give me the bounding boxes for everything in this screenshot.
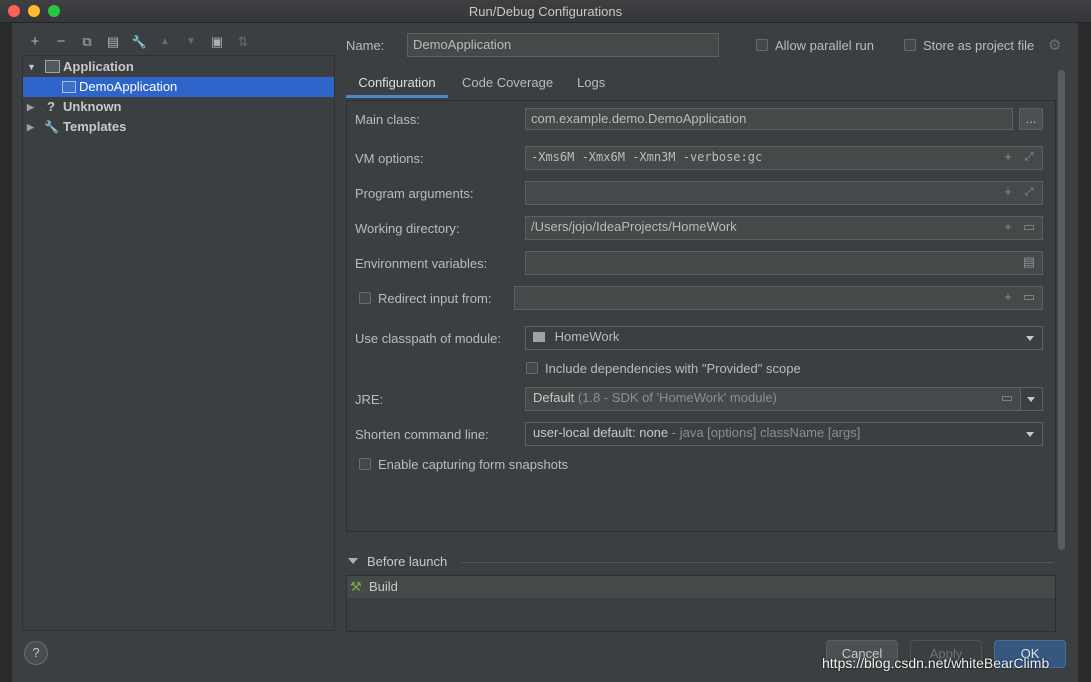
separator [462,562,1054,563]
shorten-value: user-local default: none [533,425,669,440]
jre-value: Default [533,390,575,405]
scrollbar[interactable] [1058,70,1065,550]
add-icon[interactable]: + [1000,219,1016,235]
configuration-tree[interactable]: ▼ Application DemoApplication ▶ ? Unknow… [22,55,335,631]
main-class-input[interactable]: com.example.demo.DemoApplication [525,108,1013,130]
expand-down-icon[interactable]: ▼ [27,57,39,77]
snapshots-label: Enable capturing form snapshots [378,457,569,472]
shorten-combo[interactable]: user-local default: none - java [options… [525,422,1043,446]
left-edge [0,23,12,682]
hammer-icon: ⚒ [350,579,362,594]
add-icon[interactable]: + [1000,289,1016,305]
folder-icon[interactable]: ▭ [1021,219,1037,235]
store-project-label: Store as project file [923,38,1035,53]
watermark: https://blog.csdn.net/whiteBearClimb [822,655,1050,671]
remove-icon[interactable]: − [52,33,70,51]
allow-parallel-checkbox[interactable] [756,39,768,51]
program-args-input[interactable]: + ⤢ [525,181,1043,205]
wrench-icon[interactable]: 🔧 [130,33,148,51]
help-button[interactable]: ? [24,641,48,665]
jre-hint: (1.8 - SDK of 'HomeWork' module) [577,390,777,405]
collapse-icon[interactable] [348,558,358,564]
add-icon[interactable]: + [1000,184,1016,200]
save-icon[interactable]: ▤ [104,33,122,51]
env-vars-input[interactable]: ▤ [525,251,1043,275]
include-deps-label: Include dependencies with "Provided" sco… [545,361,801,376]
redirect-checkbox[interactable] [359,292,371,304]
window-title: Run/Debug Configurations [468,4,623,19]
classpath-combo[interactable]: HomeWork [525,326,1043,350]
before-launch-title: Before launch [367,554,448,569]
name-label: Name: [346,38,385,53]
shorten-label: Shorten command line: [355,427,489,442]
tab-configuration[interactable]: Configuration [346,72,448,98]
redirect-input[interactable]: + ▭ [514,286,1043,310]
program-args-label: Program arguments: [355,186,474,201]
name-input[interactable]: DemoApplication [407,33,719,57]
shorten-hint: - java [options] className [args] [671,425,861,440]
vm-options-label: VM options: [355,151,424,166]
jre-label: JRE: [355,392,384,407]
jre-input[interactable]: Default (1.8 - SDK of 'HomeWork' module)… [525,387,1021,411]
wrench-icon: 🔧 [44,120,59,134]
sort-icon[interactable]: ⇅ [234,33,252,51]
question-icon: ? [47,99,55,114]
snapshots-checkbox[interactable] [359,458,371,470]
vm-options-input[interactable]: -Xms6M -Xmx6M -Xmn3M -verbose:gc + ⤢ [525,146,1043,170]
store-project-checkbox[interactable] [904,39,916,51]
tree-item-application[interactable]: ▼ Application [23,57,334,77]
tree-item-templates[interactable]: ▶ 🔧 Templates [23,117,334,137]
tree-label: DemoApplication [79,79,178,94]
folder-icon[interactable]: ▣ [208,33,226,51]
allow-parallel-label: Allow parallel run [775,38,874,53]
module-folder-icon [533,332,545,342]
browse-button[interactable]: ... [1019,108,1043,130]
chevron-down-icon[interactable] [1026,432,1034,437]
expand-right-icon[interactable]: ▶ [27,117,39,137]
copy-icon[interactable]: ⧉ [78,33,96,51]
build-label: Build [369,579,398,594]
move-up-icon[interactable]: ▲ [156,33,174,51]
right-edge [1078,23,1091,682]
classpath-label: Use classpath of module: [355,331,501,346]
tree-item-unknown[interactable]: ▶ ? Unknown [23,97,334,117]
tab-logs[interactable]: Logs [577,72,605,98]
include-deps-checkbox[interactable] [526,362,538,374]
document-icon[interactable]: ▤ [1021,254,1037,270]
tab-code-coverage[interactable]: Code Coverage [462,72,553,98]
add-icon[interactable]: + [26,33,44,51]
expand-right-icon[interactable]: ▶ [27,97,39,117]
add-icon[interactable]: + [1000,149,1016,165]
move-down-icon[interactable]: ▼ [182,33,200,51]
list-item[interactable]: ⚒ Build [347,576,1055,598]
application-icon [62,81,76,93]
working-dir-input[interactable]: /Users/jojo/IdeaProjects/HomeWork + ▭ [525,216,1043,240]
application-icon [45,60,60,73]
expand-icon[interactable]: ⤢ [1021,184,1037,200]
working-dir-value: /Users/jojo/IdeaProjects/HomeWork [531,219,737,234]
vm-options-value: -Xms6M -Xmx6M -Xmn3M -verbose:gc [531,150,763,164]
folder-icon[interactable]: ▭ [999,390,1015,406]
expand-icon[interactable]: ⤢ [1021,149,1037,165]
working-dir-label: Working directory: [355,221,460,236]
before-launch-list[interactable]: ⚒ Build [346,575,1056,632]
classpath-value: HomeWork [554,329,620,344]
tree-label: Templates [63,119,127,134]
main-class-label: Main class: [355,112,421,127]
env-vars-label: Environment variables: [355,256,488,271]
redirect-label: Redirect input from: [378,291,492,306]
chevron-down-icon [1027,397,1035,402]
title-bar: Run/Debug Configurations [0,0,1091,23]
gear-icon[interactable]: ⚙ [1048,36,1061,54]
tree-label: Unknown [63,99,122,114]
chevron-down-icon[interactable] [1026,336,1034,341]
tree-item-demoapplication[interactable]: DemoApplication [23,77,334,97]
tree-label: Application [63,59,134,74]
folder-icon[interactable]: ▭ [1021,289,1037,305]
jre-dropdown-button[interactable] [1020,387,1043,411]
